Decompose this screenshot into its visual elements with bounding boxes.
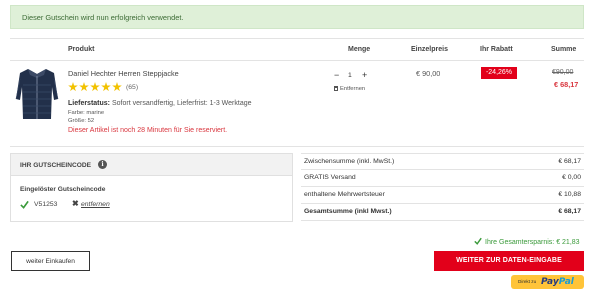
star-icon [112,82,122,92]
summary-row: GRATIS Versand € 0,00 [301,170,584,187]
shipping-value: € 0,00 [562,174,581,181]
subtotal-value: € 68,17 [558,158,581,165]
quantity-value[interactable]: 1 [348,72,352,79]
vat-label: enthaltene Mehrwertsteuer [304,191,385,198]
star-icon [79,82,89,92]
header-discount: Ihr Rabatt [480,46,513,53]
total-savings: Ihre Gesamtersparnis: € 21,83 [474,237,580,246]
star-icon [68,82,78,92]
paypal-direct-label: Direkt zu [518,279,537,284]
product-name-link[interactable]: Daniel Hechter Herren Steppjacke [68,69,179,78]
checkout-button[interactable]: WEITER ZUR DATEN-EINGABE [434,251,584,271]
delivery-status: Lieferstatus: Sofort versandfertig, Lief… [68,100,252,107]
delivery-status-value: Sofort versandfertig, Lieferfrist: 1-3 W… [111,100,252,107]
star-icon [101,82,111,92]
trash-icon [334,86,338,91]
check-icon [474,237,482,245]
discounted-price: € 68,17 [554,80,579,89]
product-color: Farbe: marine [68,110,105,116]
voucher-code: V51253 [34,201,58,208]
header-unit-price: Einzelpreis [411,46,448,53]
paypal-express-button[interactable]: Direkt zu PayPal [511,275,584,289]
reservation-note: Dieser Artikel ist noch 28 Minuten für S… [68,127,228,134]
header-product: Produkt [68,46,95,53]
quantity-increase-button[interactable]: + [362,70,367,80]
summary-row: enthaltene Mehrwertsteuer € 10,88 [301,187,584,204]
quantity-decrease-button[interactable]: − [334,70,339,80]
remove-item-label: Entfernen [340,86,366,92]
info-icon[interactable]: i [98,160,107,169]
remove-voucher-link[interactable]: entfernen [81,201,110,208]
rating-count[interactable]: (65) [126,84,138,91]
product-size: Größe: 52 [68,118,95,124]
product-image[interactable] [14,65,60,123]
discount-badge: -24,26% [481,67,517,79]
checkout-label: WEITER ZUR DATEN-EINGABE [456,257,562,264]
subtotal-label: Zwischensumme (inkl. MwSt.) [304,158,395,165]
header-quantity: Menge [348,46,371,53]
original-price: €90,00 [552,69,574,76]
remove-item-button[interactable]: Entfernen [334,86,365,92]
check-icon [20,200,29,209]
close-icon[interactable]: ✖ [72,199,79,208]
continue-shopping-button[interactable]: weiter Einkaufen [11,251,90,271]
cart-item-row: Daniel Hechter Herren Steppjacke (65) Li… [10,61,584,147]
star-icon [90,82,100,92]
discount-value: -24,26% [485,69,513,76]
continue-shopping-label: weiter Einkaufen [26,258,75,265]
cart-table-header: Produkt Menge Einzelpreis Ihr Rabatt Sum… [10,38,584,61]
summary-row: Zwischensumme (inkl. MwSt.) € 68,17 [301,153,584,170]
header-total: Summe [551,46,577,53]
paypal-logo: PayPal [541,277,574,287]
success-banner: Dieser Gutschein wird nun erfolgreich ve… [10,5,584,29]
grand-total-label: Gesamtsumme (inkl Mwst.) [304,208,392,215]
voucher-title: IHR GUTSCHEINCODE [20,162,92,169]
summary-row: Gesamtsumme (inkl Mwst.) € 68,17 [301,204,584,221]
voucher-panel-header: IHR GUTSCHEINCODE i [11,154,292,176]
success-message: Dieser Gutschein wird nun erfolgreich ve… [22,13,184,22]
unit-price: € 90,00 [416,69,441,78]
shipping-label: GRATIS Versand [304,174,356,181]
delivery-status-label: Lieferstatus: [68,100,111,107]
redeemed-voucher-label: Eingelöster Gutscheincode [20,186,106,193]
vat-value: € 10,88 [558,191,581,198]
savings-text: Ihre Gesamtersparnis: € 21,83 [485,239,580,246]
grand-total-value: € 68,17 [558,208,581,215]
rating-stars [68,82,123,94]
order-summary: Zwischensumme (inkl. MwSt.) € 68,17 GRAT… [301,153,584,221]
voucher-panel: IHR GUTSCHEINCODE i Eingelöster Gutschei… [10,153,293,222]
